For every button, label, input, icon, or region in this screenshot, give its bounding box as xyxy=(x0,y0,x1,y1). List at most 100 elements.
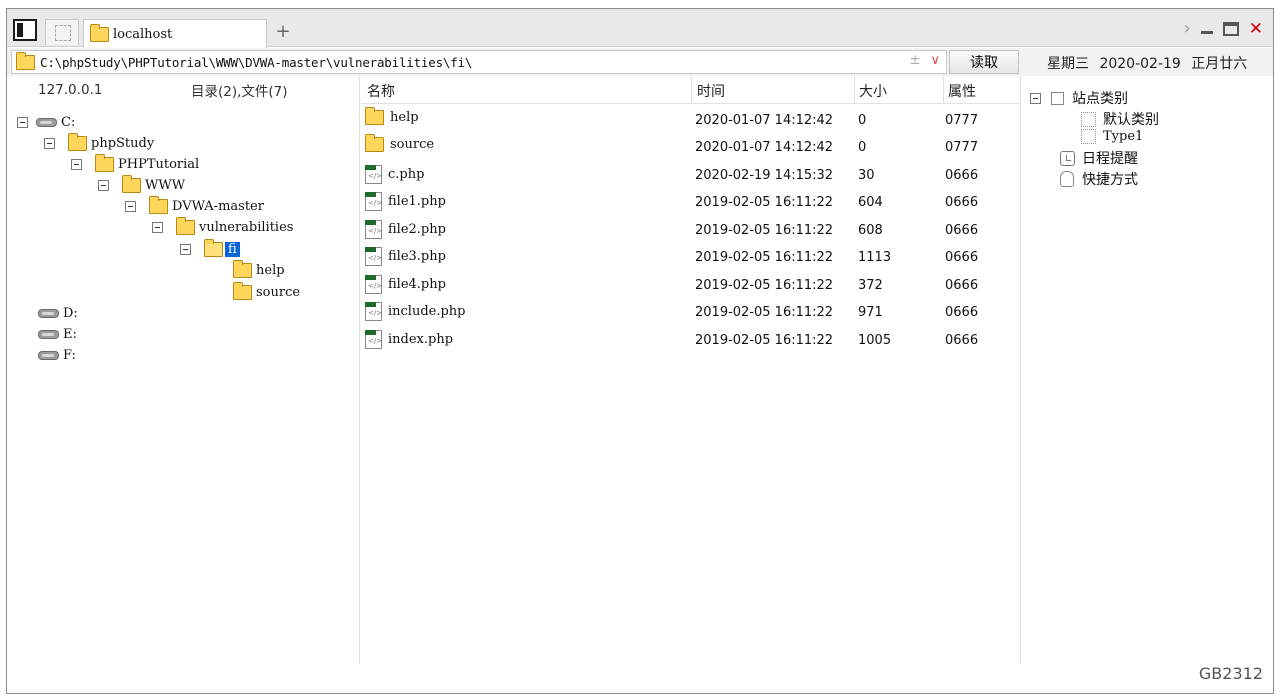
file-time: 2019-02-05 16:11:22 xyxy=(695,223,834,238)
table-row[interactable]: help 2020-01-07 14:12:42 0 0777 xyxy=(361,107,1021,134)
file-attr: 0666 xyxy=(945,250,979,265)
file-size: 1005 xyxy=(858,333,892,348)
minimize-icon[interactable] xyxy=(1200,31,1213,34)
tree-node-e-drive[interactable]: E: xyxy=(38,324,77,345)
plus-minus-icon[interactable]: ± xyxy=(910,53,921,68)
column-header-name[interactable]: 名称 xyxy=(367,81,395,101)
close-icon[interactable]: ✕ xyxy=(1249,19,1263,39)
read-button[interactable]: 读取 xyxy=(949,50,1019,74)
tree-node-f-drive[interactable]: F: xyxy=(38,345,76,366)
schedule-node[interactable]: 日程提醒 xyxy=(1060,148,1138,168)
php-file-icon xyxy=(365,330,382,349)
chevron-down-icon[interactable]: ∨ xyxy=(930,53,940,68)
tree-node-d-drive[interactable]: D: xyxy=(38,303,78,324)
tree-node-label: vulnerabilities xyxy=(199,220,294,235)
table-row[interactable]: file4.php 2019-02-05 16:11:22 372 0666 xyxy=(361,272,1021,299)
collapse-icon[interactable] xyxy=(17,117,28,128)
tree-node-phpstudy[interactable]: phpStudy xyxy=(44,133,154,154)
tree-node-www[interactable]: WWW xyxy=(98,175,185,196)
category-icon xyxy=(1081,129,1096,144)
tab-localhost[interactable]: localhost xyxy=(83,19,267,48)
category-icon xyxy=(1081,111,1096,127)
folder-icon xyxy=(233,260,252,278)
file-size: 0 xyxy=(858,113,867,128)
dir-file-summary: 目录(2),文件(7) xyxy=(191,84,288,100)
weekday-text: 星期三 xyxy=(1047,56,1089,72)
folder-icon xyxy=(233,282,252,300)
schedule-label: 日程提醒 xyxy=(1082,151,1138,167)
file-attr: 0666 xyxy=(945,168,979,183)
address-extras: ± ∨ xyxy=(910,53,940,68)
address-input[interactable]: C:\phpStudy\PHPTutorial\WWW\DVWA-master\… xyxy=(11,50,947,74)
file-time: 2019-02-05 16:11:22 xyxy=(695,333,834,348)
folder-icon xyxy=(122,175,141,193)
collapse-icon[interactable] xyxy=(180,244,191,255)
tree-node-help[interactable]: help xyxy=(233,260,285,281)
collapse-icon[interactable] xyxy=(71,159,82,170)
folder-open-icon xyxy=(204,239,223,257)
table-row[interactable]: file1.php 2019-02-05 16:11:22 604 0666 xyxy=(361,189,1021,216)
file-size: 0 xyxy=(858,140,867,155)
file-name-cell: file4.php xyxy=(365,275,446,294)
folder-icon xyxy=(176,217,195,235)
table-row[interactable]: index.php 2019-02-05 16:11:22 1005 0666 xyxy=(361,327,1021,354)
tree-node-label: D: xyxy=(63,306,78,321)
file-attr: 0666 xyxy=(945,333,979,348)
table-row[interactable]: file2.php 2019-02-05 16:11:22 608 0666 xyxy=(361,217,1021,244)
type1-node[interactable]: Type1 xyxy=(1081,129,1143,144)
tree-node-vulnerabilities[interactable]: vulnerabilities xyxy=(152,217,293,238)
tree-node-source[interactable]: source xyxy=(233,282,300,303)
collapse-icon[interactable] xyxy=(152,222,163,233)
drive-icon xyxy=(36,118,57,127)
table-row[interactable]: file3.php 2019-02-05 16:11:22 1113 0666 xyxy=(361,244,1021,271)
shortcuts-node[interactable]: 快捷方式 xyxy=(1060,169,1138,189)
tree-node-c-drive[interactable]: C: xyxy=(17,112,75,133)
column-header-size[interactable]: 大小 xyxy=(859,81,887,101)
tree-node-phptutorial[interactable]: PHPTutorial xyxy=(71,154,199,175)
tree-node-label: PHPTutorial xyxy=(118,157,200,172)
tree-node-label: DVWA-master xyxy=(172,199,264,214)
file-time: 2020-02-19 14:15:32 xyxy=(695,168,834,183)
file-time: 2020-01-07 14:12:42 xyxy=(695,113,834,128)
tree-node-label: E: xyxy=(63,327,77,342)
file-name-cell: help xyxy=(365,107,419,125)
collapse-icon[interactable] xyxy=(1030,92,1041,104)
file-name-cell: include.php xyxy=(365,302,466,321)
encoding-status[interactable]: GB2312 xyxy=(1199,664,1263,683)
php-file-icon xyxy=(365,275,382,294)
file-name-cell: file1.php xyxy=(365,192,446,211)
category-icon xyxy=(1051,91,1064,105)
tab-blank[interactable] xyxy=(45,19,79,45)
table-row[interactable]: include.php 2019-02-05 16:11:22 971 0666 xyxy=(361,299,1021,326)
tree-node-label: WWW xyxy=(145,178,186,193)
column-header-attr[interactable]: 属性 xyxy=(948,81,976,101)
php-file-icon xyxy=(365,192,382,211)
new-tab-button[interactable]: + xyxy=(273,21,293,42)
site-category-node[interactable]: 站点类别 xyxy=(1030,88,1128,108)
table-row[interactable]: source 2020-01-07 14:12:42 0 0777 xyxy=(361,134,1021,161)
maximize-icon[interactable] xyxy=(1222,21,1239,36)
shortcuts-label: 快捷方式 xyxy=(1082,172,1138,188)
file-size: 1113 xyxy=(858,250,892,265)
php-file-icon xyxy=(365,302,382,321)
site-category-label: 站点类别 xyxy=(1072,91,1128,107)
folder-icon xyxy=(90,23,109,42)
date-display: 星期三 2020-02-19 正月廿六 xyxy=(1047,53,1253,73)
chevron-right-icon[interactable]: › xyxy=(1184,18,1191,39)
file-size: 971 xyxy=(858,305,883,320)
default-category-node[interactable]: 默认类别 xyxy=(1081,109,1159,129)
collapse-icon[interactable] xyxy=(98,180,109,191)
tab-title: localhost xyxy=(113,26,173,42)
panel-toggle-icon[interactable] xyxy=(13,19,37,41)
folder-icon xyxy=(16,51,35,70)
folder-icon xyxy=(149,196,168,214)
collapse-icon[interactable] xyxy=(125,201,136,212)
tree-node-fi[interactable]: fi xyxy=(180,239,240,260)
tree-node-dvwa-master[interactable]: DVWA-master xyxy=(125,196,264,217)
file-attr: 0666 xyxy=(945,305,979,320)
file-time: 2019-02-05 16:11:22 xyxy=(695,195,834,210)
collapse-icon[interactable] xyxy=(44,138,55,149)
column-header-time[interactable]: 时间 xyxy=(697,81,725,101)
table-row[interactable]: c.php 2020-02-19 14:15:32 30 0666 xyxy=(361,162,1021,189)
file-name-cell: file3.php xyxy=(365,247,446,266)
